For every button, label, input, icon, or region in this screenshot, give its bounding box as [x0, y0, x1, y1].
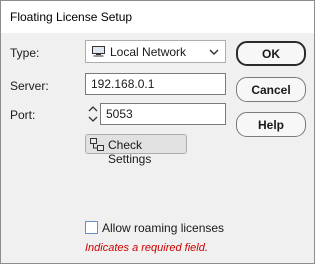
- cancel-button[interactable]: Cancel: [236, 77, 306, 102]
- required-field-note: Indicates a required field.: [85, 242, 208, 254]
- dialog-title: Floating License Setup: [10, 10, 133, 24]
- check-settings-label: Check Settings: [108, 138, 152, 166]
- type-dropdown[interactable]: Local Network: [85, 40, 226, 63]
- server-input[interactable]: [85, 73, 226, 95]
- check-settings-button[interactable]: Check Settings: [85, 134, 187, 166]
- port-input[interactable]: [100, 103, 226, 125]
- allow-roaming-label[interactable]: Allow roaming licenses: [102, 221, 224, 235]
- help-button[interactable]: Help: [236, 112, 306, 137]
- network-icon: [90, 138, 104, 151]
- ok-button[interactable]: OK: [236, 41, 306, 66]
- title-bar: Floating License Setup: [1, 1, 314, 33]
- allow-roaming-checkbox[interactable]: [85, 221, 98, 234]
- computer-icon: [92, 46, 105, 57]
- type-label: Type:: [10, 46, 40, 60]
- port-label: Port:: [10, 108, 36, 122]
- chevron-down-icon: [209, 49, 219, 55]
- server-label: Server:: [10, 79, 49, 93]
- floating-license-dialog: Floating License Setup Type: Local Netwo…: [0, 0, 315, 264]
- port-spinner-icon[interactable]: [85, 103, 101, 125]
- type-dropdown-value: Local Network: [110, 45, 187, 59]
